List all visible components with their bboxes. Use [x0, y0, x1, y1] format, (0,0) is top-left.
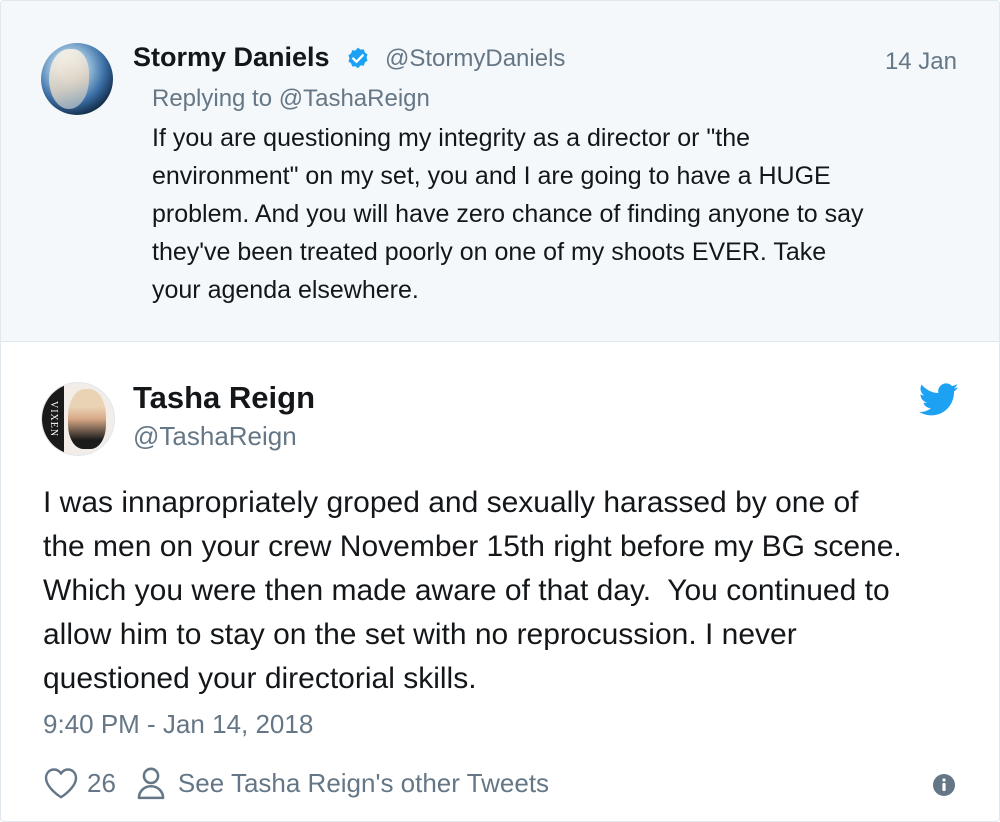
replying-to-line: Replying to @TashaReign	[152, 85, 430, 113]
embedded-tweet-card: Stormy Daniels @StormyDaniels 14 Jan Rep…	[0, 0, 1000, 822]
parent-tweet-date[interactable]: 14 Jan	[885, 48, 957, 76]
tweet-text-line: allow him to stay on the set with no rep…	[43, 618, 797, 651]
avatar-band-text: VIXEN	[42, 383, 64, 455]
info-icon[interactable]	[933, 774, 955, 796]
parent-author-avatar[interactable]	[41, 43, 113, 115]
replying-to-label: Replying to	[152, 85, 279, 112]
tweet-text-line: Which you were then made aware of that d…	[43, 574, 890, 607]
tweet-timestamp[interactable]: 9:40 PM - Jan 14, 2018	[43, 709, 313, 740]
parent-tweet-text: If you are questioning my integrity as a…	[152, 119, 962, 309]
avatar-photo	[68, 389, 106, 449]
heart-icon[interactable]	[43, 766, 79, 800]
person-icon[interactable]	[136, 766, 166, 800]
parent-text-line: your agenda elsewhere.	[152, 276, 419, 304]
parent-text-line: environment" on my set, you and I are go…	[152, 162, 831, 190]
parent-text-line: If you are questioning my integrity as a…	[152, 124, 751, 152]
tweet-text-line: I was innapropriately groped and sexuall…	[43, 486, 859, 519]
replying-to-mention[interactable]: @TashaReign	[279, 85, 430, 112]
tweet-text-line: questioned your directorial skills.	[43, 662, 477, 695]
parent-author-handle[interactable]: @StormyDaniels	[385, 45, 565, 73]
parent-author-name[interactable]: Stormy Daniels	[133, 42, 330, 73]
avatar-photo	[49, 49, 89, 109]
tweet-actions: 26 See Tasha Reign's other Tweets	[43, 763, 549, 803]
like-count[interactable]: 26	[87, 768, 116, 799]
parent-text-line: problem. And you will have zero chance o…	[152, 200, 864, 228]
tweet-text: I was innapropriately groped and sexuall…	[43, 481, 973, 701]
twitter-bird-icon[interactable]	[919, 383, 959, 417]
tweet-text-line: the men on your crew November 15th right…	[43, 530, 902, 563]
author-handle[interactable]: @TashaReign	[133, 421, 297, 452]
parent-tweet[interactable]: Stormy Daniels @StormyDaniels 14 Jan Rep…	[1, 1, 999, 342]
verified-badge-icon	[348, 47, 368, 69]
see-other-tweets-link[interactable]: See Tasha Reign's other Tweets	[178, 768, 549, 799]
author-name[interactable]: Tasha Reign	[133, 380, 315, 416]
author-avatar[interactable]: VIXEN	[41, 382, 115, 456]
parent-text-line: they've been treated poorly on one of my…	[152, 238, 827, 266]
